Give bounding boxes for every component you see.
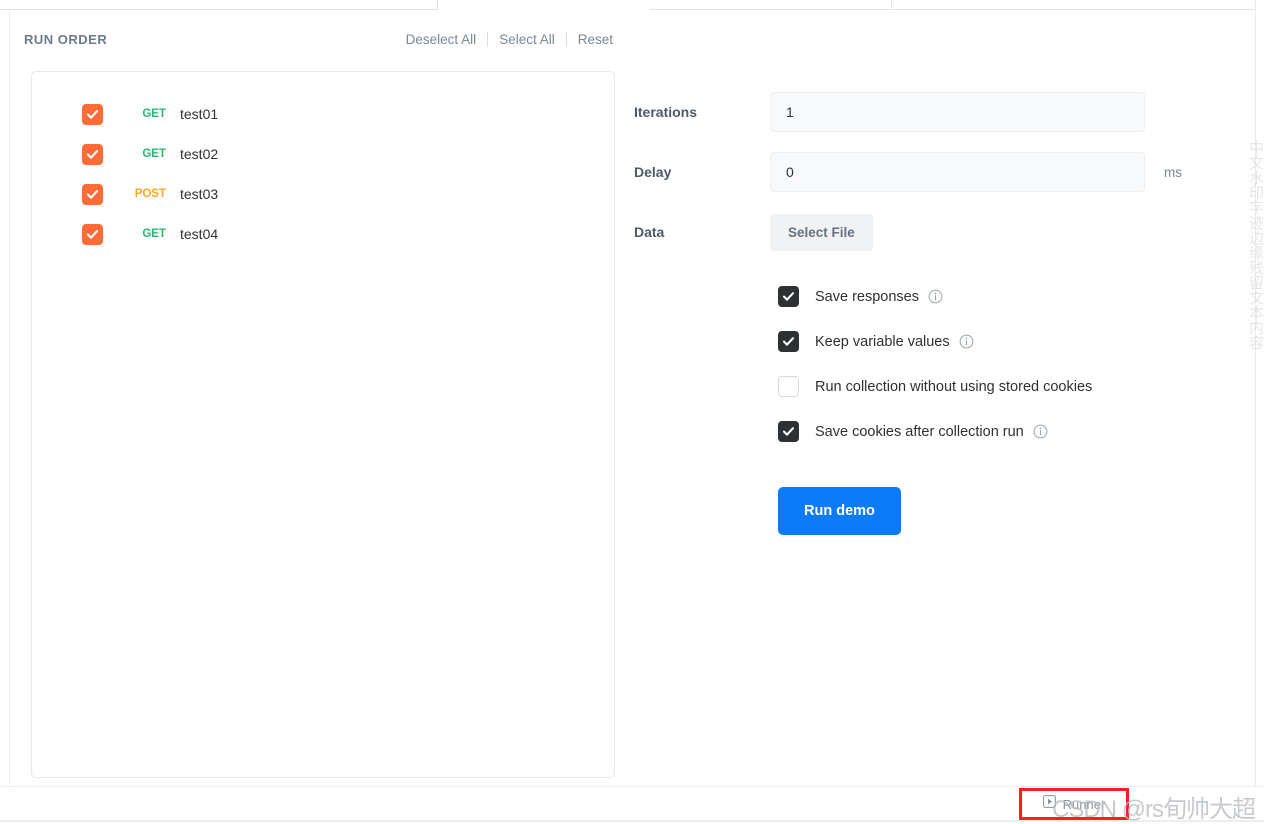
request-method: GET [142, 228, 166, 240]
keep-variable-values-checkbox[interactable] [778, 331, 799, 352]
tab-gap [438, 0, 650, 10]
info-icon[interactable] [1033, 424, 1048, 439]
play-square-icon [1042, 795, 1056, 813]
runner-label: Runner [1062, 796, 1106, 812]
delay-label: Delay [634, 164, 672, 180]
iterations-label: Iterations [634, 104, 698, 120]
option-label: Keep variable values [815, 333, 950, 350]
iterations-row: Iterations [634, 82, 1234, 142]
data-label: Data [634, 224, 665, 240]
option-run-without-cookies[interactable]: Run collection without using stored cook… [778, 364, 1234, 409]
list-item[interactable]: POST test03 [32, 174, 614, 214]
info-icon[interactable] [959, 334, 974, 349]
select-all-button[interactable]: Select All [488, 32, 566, 47]
tab-segment-left[interactable] [0, 0, 438, 10]
deselect-all-button[interactable]: Deselect All [395, 32, 488, 47]
request-checkbox[interactable] [82, 103, 103, 125]
run-button-wrap: Run demo [634, 487, 1234, 535]
tab-segment-middle[interactable] [650, 0, 892, 10]
runner-button[interactable]: Runner [1019, 788, 1129, 820]
option-label: Run collection without using stored cook… [815, 378, 1093, 395]
request-list: GET test01 GET test02 POST test03 GET te… [31, 71, 615, 778]
select-file-button[interactable]: Select File [770, 213, 873, 251]
save-cookies-checkbox[interactable] [778, 421, 799, 442]
request-checkbox[interactable] [82, 143, 103, 165]
data-row: Data Select File [634, 202, 1234, 262]
run-options: Save responses Keep variable values Run … [634, 274, 1234, 454]
request-method: POST [134, 188, 166, 200]
run-without-cookies-checkbox[interactable] [778, 376, 799, 397]
option-save-responses[interactable]: Save responses [778, 274, 1234, 319]
delay-row: Delay ms [634, 142, 1234, 202]
save-responses-checkbox[interactable] [778, 286, 799, 307]
option-keep-variable-values[interactable]: Keep variable values [778, 319, 1234, 364]
header-actions: Deselect All Select All Reset [395, 31, 624, 47]
right-edge-scrollbar[interactable] [1255, 0, 1264, 786]
request-name: test01 [180, 106, 219, 122]
list-item[interactable]: GET test04 [32, 214, 614, 254]
run-order-header: RUN ORDER Deselect All Select All Reset [24, 28, 624, 50]
option-label: Save cookies after collection run [815, 423, 1024, 440]
option-label: Save responses [815, 288, 919, 305]
collection-runner-panel: RUN ORDER Deselect All Select All Reset … [9, 10, 1256, 785]
list-item[interactable]: GET test01 [32, 94, 614, 134]
reset-button[interactable]: Reset [567, 32, 624, 47]
delay-input[interactable] [770, 152, 1145, 192]
request-name: test04 [180, 226, 219, 242]
request-method: GET [142, 108, 166, 120]
delay-unit-label: ms [1164, 164, 1182, 180]
info-icon[interactable] [928, 289, 943, 304]
list-item[interactable]: GET test02 [32, 134, 614, 174]
request-checkbox[interactable] [82, 183, 103, 205]
iterations-input[interactable] [770, 92, 1145, 132]
request-name: test02 [180, 146, 219, 162]
run-settings: Iterations Delay ms Data Select File Sav… [634, 82, 1234, 535]
option-save-cookies[interactable]: Save cookies after collection run [778, 409, 1234, 454]
request-name: test03 [180, 186, 219, 202]
tab-strip [0, 0, 1264, 10]
request-method: GET [142, 148, 166, 160]
page-title: RUN ORDER [24, 31, 108, 47]
request-checkbox[interactable] [82, 223, 103, 245]
tab-segment-right[interactable] [892, 0, 1264, 10]
run-collection-button[interactable]: Run demo [778, 487, 901, 535]
